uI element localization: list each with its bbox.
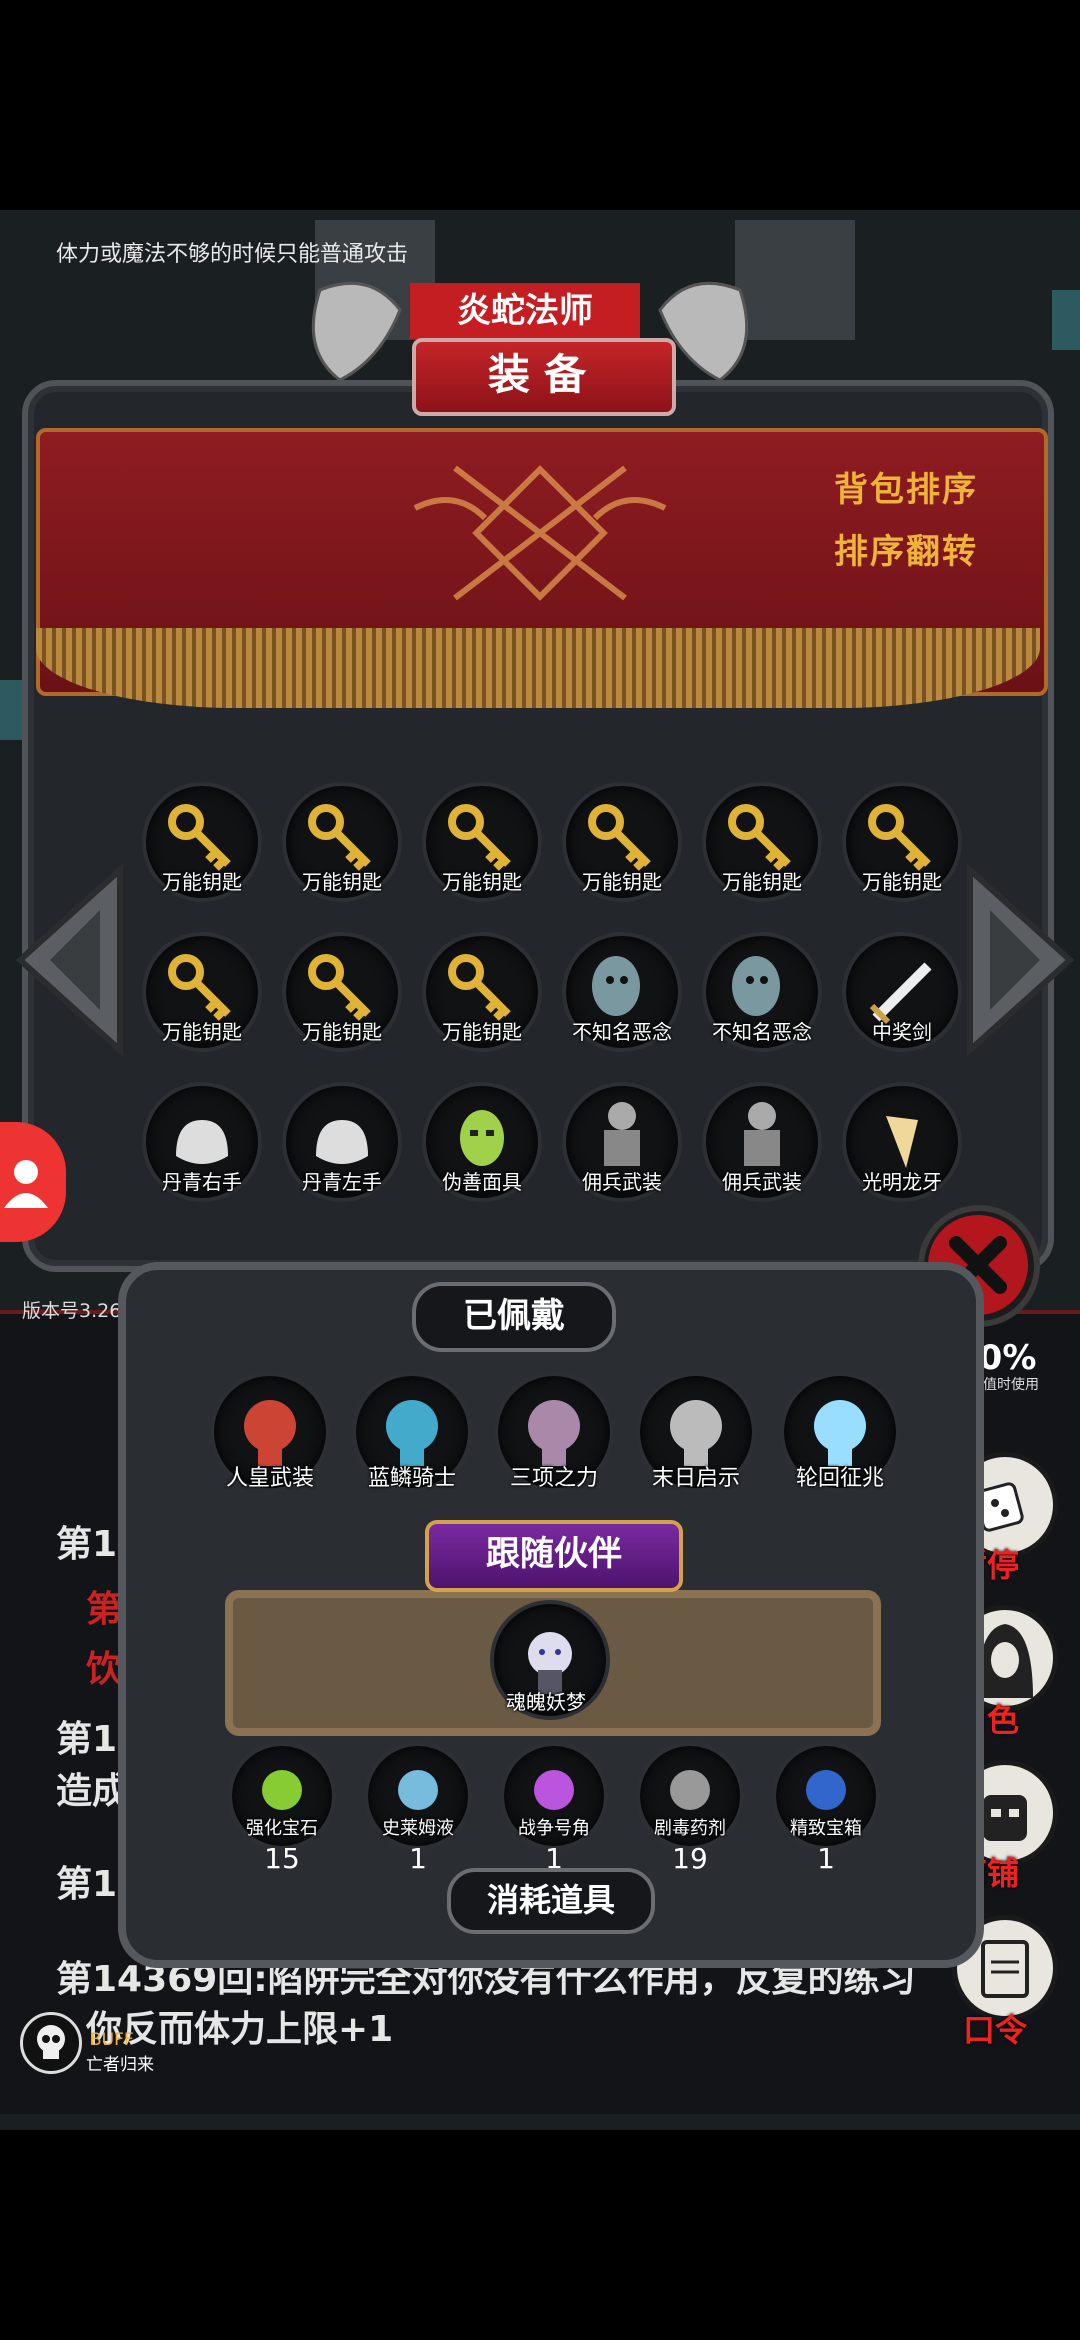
consumable-count: 19 (672, 1842, 708, 1875)
consumable-label: 剧毒药剂 (654, 1818, 726, 1839)
banner-fringe (36, 628, 1040, 708)
log-line: 第1 (56, 1524, 118, 1565)
next-page-arrow-icon[interactable] (960, 860, 1080, 1060)
prev-page-arrow-icon[interactable] (10, 860, 130, 1060)
worn-item-label: 轮回征兆 (795, 1466, 884, 1491)
hint-text: 体力或魔法不够的时候只能普通攻击 (56, 242, 409, 267)
buff-text: 亡者归来 (86, 2055, 154, 2075)
sort-bag-button[interactable]: 背包排序 (834, 462, 978, 511)
item-label: 万能钥匙 (582, 870, 662, 894)
worn-item-label: 末日启示 (651, 1466, 740, 1491)
wall-tile (1052, 290, 1080, 350)
equipment-title: 装备 (412, 338, 676, 416)
log-line: 第1 (56, 1864, 118, 1905)
consumable-count: 1 (817, 1842, 835, 1875)
item-label: 万能钥匙 (162, 870, 242, 894)
item-label: 万能钥匙 (302, 1020, 382, 1044)
item-label: 万能钥匙 (442, 870, 522, 894)
item-label: 丹青右手 (162, 1170, 242, 1194)
buff-label: BUFF (90, 2030, 134, 2050)
wall-tile (0, 680, 24, 740)
item-label: 万能钥匙 (722, 870, 802, 894)
companion-name: 魂魄妖梦 (506, 1690, 586, 1714)
worn-item-label: 蓝鳞骑士 (367, 1466, 456, 1491)
item-label: 丹青左手 (302, 1170, 382, 1194)
item-label: 伪善面具 (442, 1170, 522, 1194)
item-label: 万能钥匙 (162, 1020, 242, 1044)
item-label: 不知名恶念 (572, 1020, 672, 1044)
consumable-label: 精致宝箱 (790, 1818, 862, 1839)
code-label[interactable]: 口令 (963, 2005, 1027, 2051)
person-icon (4, 1160, 48, 1208)
consumable-label: 史莱姆液 (382, 1818, 454, 1839)
item-label: 万能钥匙 (862, 870, 942, 894)
companion-title: 跟随伙伴 (425, 1520, 683, 1592)
consumable-count: 1 (409, 1842, 427, 1875)
item-label: 佣兵武装 (722, 1170, 802, 1194)
consumable-label: 战争号角 (518, 1818, 590, 1839)
consumable-label: 强化宝石 (246, 1818, 318, 1839)
worn-item-label: 人皇武装 (225, 1466, 314, 1491)
item-label: 佣兵武装 (582, 1170, 662, 1194)
item-label: 不知名恶念 (712, 1020, 812, 1044)
class-name: 炎蛇法师 (410, 283, 640, 339)
log-line: 饮 (86, 1649, 123, 1690)
consumable-count: 15 (264, 1842, 300, 1875)
item-label: 光明龙牙 (862, 1170, 942, 1194)
item-label: 万能钥匙 (302, 870, 382, 894)
worn-item-label: 三项之力 (509, 1466, 598, 1491)
reverse-sort-button[interactable]: 排序翻转 (834, 524, 978, 573)
consumables-title: 消耗道具 (447, 1868, 655, 1934)
version-label: 版本号3.26 (22, 1300, 122, 1322)
item-label: 中奖剑 (872, 1020, 932, 1044)
worn-title: 已佩戴 (412, 1282, 616, 1352)
crossed-swords-crest-icon (413, 465, 667, 601)
item-label: 万能钥匙 (442, 1020, 522, 1044)
log-line: 第 (86, 1589, 123, 1630)
buff-skull-icon[interactable] (20, 2012, 82, 2074)
